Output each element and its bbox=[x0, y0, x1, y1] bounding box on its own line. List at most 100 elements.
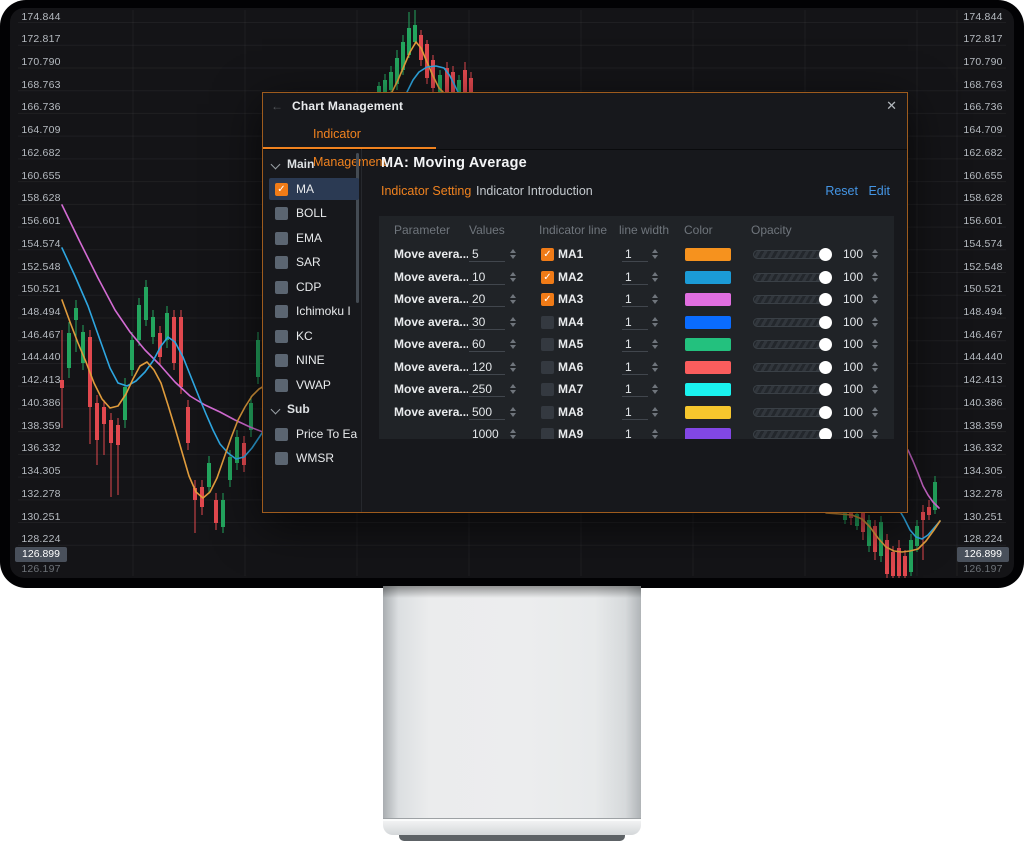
stepper-down-icon[interactable] bbox=[510, 368, 516, 372]
stepper-down-icon[interactable] bbox=[652, 255, 658, 259]
tab-indicator-introduction[interactable]: Indicator Introduction bbox=[476, 184, 593, 198]
stepper-down-icon[interactable] bbox=[510, 435, 516, 439]
slider-knob[interactable] bbox=[819, 293, 832, 306]
reset-button[interactable]: Reset bbox=[825, 184, 858, 198]
stepper-up-icon[interactable] bbox=[510, 362, 516, 366]
opacity-slider[interactable] bbox=[753, 273, 831, 282]
sidebar-item-sar[interactable]: SAR bbox=[263, 251, 361, 274]
checkbox-icon[interactable] bbox=[275, 281, 288, 294]
line-width-stepper[interactable] bbox=[651, 315, 660, 330]
stepper-up-icon[interactable] bbox=[872, 317, 878, 321]
stepper-up-icon[interactable] bbox=[872, 294, 878, 298]
color-swatch[interactable] bbox=[685, 248, 731, 261]
values-stepper[interactable] bbox=[509, 427, 518, 439]
slider-knob[interactable] bbox=[819, 361, 832, 374]
sidebar-item-kc[interactable]: KC bbox=[263, 325, 361, 348]
stepper-up-icon[interactable] bbox=[872, 272, 878, 276]
sidebar-item-ichimoku-i[interactable]: Ichimoku I bbox=[263, 300, 361, 323]
line-width-stepper[interactable] bbox=[651, 337, 660, 352]
stepper-down-icon[interactable] bbox=[510, 413, 516, 417]
opacity-value[interactable]: 100 bbox=[839, 311, 873, 334]
stepper-down-icon[interactable] bbox=[652, 300, 658, 304]
values-input[interactable]: 30 bbox=[469, 314, 505, 330]
sidebar-item-boll[interactable]: BOLL bbox=[263, 202, 361, 225]
stepper-down-icon[interactable] bbox=[510, 323, 516, 327]
sidebar-item-nine[interactable]: NINE bbox=[263, 349, 361, 372]
opacity-stepper[interactable] bbox=[871, 382, 880, 397]
checkbox-icon[interactable] bbox=[275, 232, 288, 245]
stepper-down-icon[interactable] bbox=[652, 278, 658, 282]
checkbox-icon[interactable] bbox=[275, 256, 288, 269]
sidebar-item-wmsr[interactable]: WMSR bbox=[263, 447, 361, 470]
stepper-down-icon[interactable] bbox=[872, 345, 878, 349]
color-swatch[interactable] bbox=[685, 271, 731, 284]
stepper-down-icon[interactable] bbox=[872, 435, 878, 439]
stepper-up-icon[interactable] bbox=[652, 317, 658, 321]
opacity-stepper[interactable] bbox=[871, 360, 880, 375]
close-icon[interactable]: ✕ bbox=[886, 93, 897, 120]
stepper-up-icon[interactable] bbox=[652, 272, 658, 276]
slider-knob[interactable] bbox=[819, 271, 832, 284]
opacity-slider[interactable] bbox=[753, 408, 831, 417]
values-input[interactable]: 120 bbox=[469, 359, 505, 375]
line-width-stepper[interactable] bbox=[651, 405, 660, 420]
line-checkbox[interactable] bbox=[541, 383, 554, 396]
line-width-input[interactable]: 1 bbox=[622, 381, 648, 397]
slider-knob[interactable] bbox=[819, 406, 832, 419]
color-swatch[interactable] bbox=[685, 316, 731, 329]
line-width-input[interactable]: 1 bbox=[622, 404, 648, 420]
stepper-up-icon[interactable] bbox=[510, 249, 516, 253]
opacity-stepper[interactable] bbox=[871, 247, 880, 262]
color-swatch[interactable] bbox=[685, 293, 731, 306]
opacity-value[interactable]: 100 bbox=[839, 288, 873, 311]
checkbox-icon[interactable] bbox=[275, 428, 288, 441]
values-stepper[interactable] bbox=[509, 247, 518, 262]
values-input[interactable]: 20 bbox=[469, 291, 505, 307]
stepper-up-icon[interactable] bbox=[510, 339, 516, 343]
stepper-down-icon[interactable] bbox=[510, 390, 516, 394]
color-swatch[interactable] bbox=[685, 406, 731, 419]
stepper-up-icon[interactable] bbox=[510, 384, 516, 388]
stepper-down-icon[interactable] bbox=[510, 255, 516, 259]
sidebar-item-ema[interactable]: EMA bbox=[263, 227, 361, 250]
line-width-input[interactable]: 1 bbox=[622, 426, 648, 439]
line-checkbox[interactable] bbox=[541, 316, 554, 329]
line-width-input[interactable]: 1 bbox=[622, 359, 648, 375]
stepper-down-icon[interactable] bbox=[872, 368, 878, 372]
line-width-stepper[interactable] bbox=[651, 270, 660, 285]
values-input[interactable]: 60 bbox=[469, 336, 505, 352]
opacity-slider[interactable] bbox=[753, 363, 831, 372]
slider-knob[interactable] bbox=[819, 316, 832, 329]
slider-knob[interactable] bbox=[819, 383, 832, 396]
opacity-slider[interactable] bbox=[753, 250, 831, 259]
line-width-stepper[interactable] bbox=[651, 427, 660, 439]
opacity-slider[interactable] bbox=[753, 318, 831, 327]
opacity-value[interactable]: 100 bbox=[839, 378, 873, 401]
line-checkbox[interactable] bbox=[541, 338, 554, 351]
stepper-up-icon[interactable] bbox=[872, 362, 878, 366]
color-swatch[interactable] bbox=[685, 383, 731, 396]
stepper-up-icon[interactable] bbox=[652, 294, 658, 298]
opacity-slider[interactable] bbox=[753, 295, 831, 304]
stepper-down-icon[interactable] bbox=[652, 413, 658, 417]
opacity-stepper[interactable] bbox=[871, 270, 880, 285]
line-checkbox[interactable] bbox=[541, 428, 554, 439]
sidebar-item-ma[interactable]: ✓MA bbox=[263, 178, 361, 201]
slider-knob[interactable] bbox=[819, 338, 832, 351]
line-width-stepper[interactable] bbox=[651, 360, 660, 375]
stepper-up-icon[interactable] bbox=[510, 272, 516, 276]
values-input[interactable]: 250 bbox=[469, 381, 505, 397]
slider-knob[interactable] bbox=[819, 428, 832, 439]
line-width-input[interactable]: 1 bbox=[622, 269, 648, 285]
color-swatch[interactable] bbox=[685, 361, 731, 374]
line-width-stepper[interactable] bbox=[651, 292, 660, 307]
stepper-up-icon[interactable] bbox=[510, 429, 516, 433]
stepper-up-icon[interactable] bbox=[872, 249, 878, 253]
color-swatch[interactable] bbox=[685, 428, 731, 439]
edit-button[interactable]: Edit bbox=[868, 184, 890, 198]
values-input[interactable]: 5 bbox=[469, 246, 505, 262]
opacity-stepper[interactable] bbox=[871, 427, 880, 439]
stepper-up-icon[interactable] bbox=[652, 362, 658, 366]
stepper-down-icon[interactable] bbox=[652, 345, 658, 349]
checkbox-icon[interactable]: ✓ bbox=[275, 183, 288, 196]
